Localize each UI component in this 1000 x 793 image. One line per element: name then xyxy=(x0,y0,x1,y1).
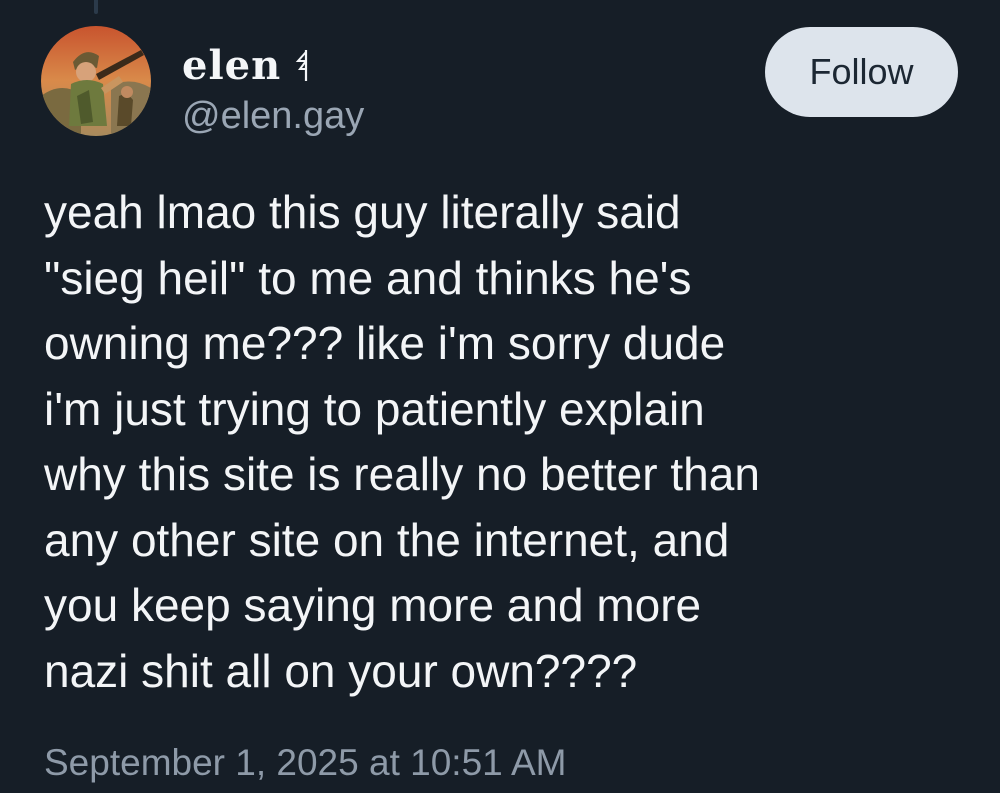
author-display-name[interactable]: elen xyxy=(182,40,311,90)
post-text: yeah lmao this guy literally said "sieg … xyxy=(44,180,974,704)
post-text-line: why this site is really no better than xyxy=(44,448,760,500)
post: elen @elen.gay Follow yeah lmao this guy… xyxy=(0,0,1000,793)
display-name-text: elen xyxy=(182,41,282,89)
avatar-soldier-illustration xyxy=(41,26,151,136)
post-text-line: "sieg heil" to me and thinks he's xyxy=(44,251,692,304)
post-text-line: i'm just trying to patiently explain xyxy=(44,382,705,435)
post-text-line: owning me??? like i'm sorry dude xyxy=(44,317,726,369)
follow-button[interactable]: Follow xyxy=(765,27,958,117)
author-avatar[interactable] xyxy=(41,26,151,136)
flag-glyph-icon xyxy=(295,47,311,83)
author-handle[interactable]: @elen.gay xyxy=(182,95,364,138)
post-text-line: nazi shit all on your own???? xyxy=(44,644,638,697)
post-text-line: yeah lmao this guy literally said xyxy=(44,186,681,238)
post-text-line: you keep saying more and more xyxy=(44,579,702,631)
post-text-line: any other site on the internet, and xyxy=(44,513,730,566)
post-timestamp[interactable]: September 1, 2025 at 10:51 AM xyxy=(44,742,566,784)
